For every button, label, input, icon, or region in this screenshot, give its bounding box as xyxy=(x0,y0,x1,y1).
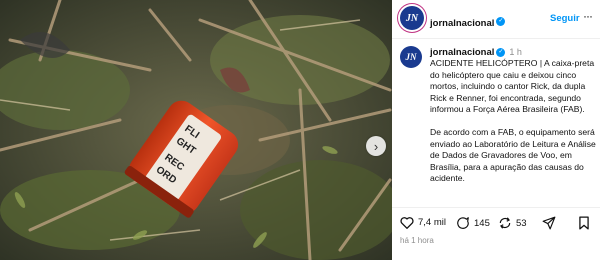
follow-button[interactable]: Seguir xyxy=(550,13,580,24)
next-photo-button[interactable]: › xyxy=(366,136,386,156)
action-bar: 7,4 mil 145 53 xyxy=(392,207,600,238)
send-button[interactable] xyxy=(542,216,560,230)
crash-site-photo: FLI GHT REC ORD xyxy=(0,0,392,260)
header-username[interactable]: jornalnacional xyxy=(430,18,494,29)
paper-plane-icon xyxy=(542,216,556,230)
comment-button[interactable]: 145 xyxy=(456,216,490,230)
more-options-icon[interactable]: ··· xyxy=(583,9,593,23)
caption-text: ACIDENTE HELICÓPTERO | A caixa-preta do … xyxy=(430,58,596,183)
caption-time: 1 h xyxy=(509,47,522,57)
caption-avatar[interactable]: JN xyxy=(400,46,422,68)
posted-time: há 1 hora xyxy=(400,236,434,245)
save-button[interactable] xyxy=(578,216,594,230)
share-icon xyxy=(499,217,511,229)
verified-badge-icon: ✓ xyxy=(496,47,506,57)
header-username-group: jornalnacional ✓ xyxy=(430,13,506,31)
caption-head: jornalnacional ✓ 1 h xyxy=(430,47,522,58)
chevron-right-icon: › xyxy=(373,138,379,154)
share-button[interactable]: 53 xyxy=(498,216,527,230)
like-button[interactable]: 7,4 mil xyxy=(400,216,446,229)
comment-count: 145 xyxy=(474,217,490,229)
post-header: JN jornalnacional ✓ Seguir ··· xyxy=(392,0,600,39)
profile-avatar[interactable]: JN xyxy=(400,6,424,30)
heart-icon xyxy=(400,217,414,229)
like-count: 7,4 mil xyxy=(418,217,446,228)
share-count: 53 xyxy=(516,217,527,229)
bookmark-icon xyxy=(579,216,589,230)
comment-icon xyxy=(457,217,469,229)
verified-badge-icon: ✓ xyxy=(496,17,506,27)
caption-username[interactable]: jornalnacional xyxy=(430,47,494,58)
post-photo: FLI GHT REC ORD › xyxy=(0,0,392,260)
post-side-panel: JN jornalnacional ✓ Seguir ··· JN jornaln… xyxy=(392,0,600,260)
